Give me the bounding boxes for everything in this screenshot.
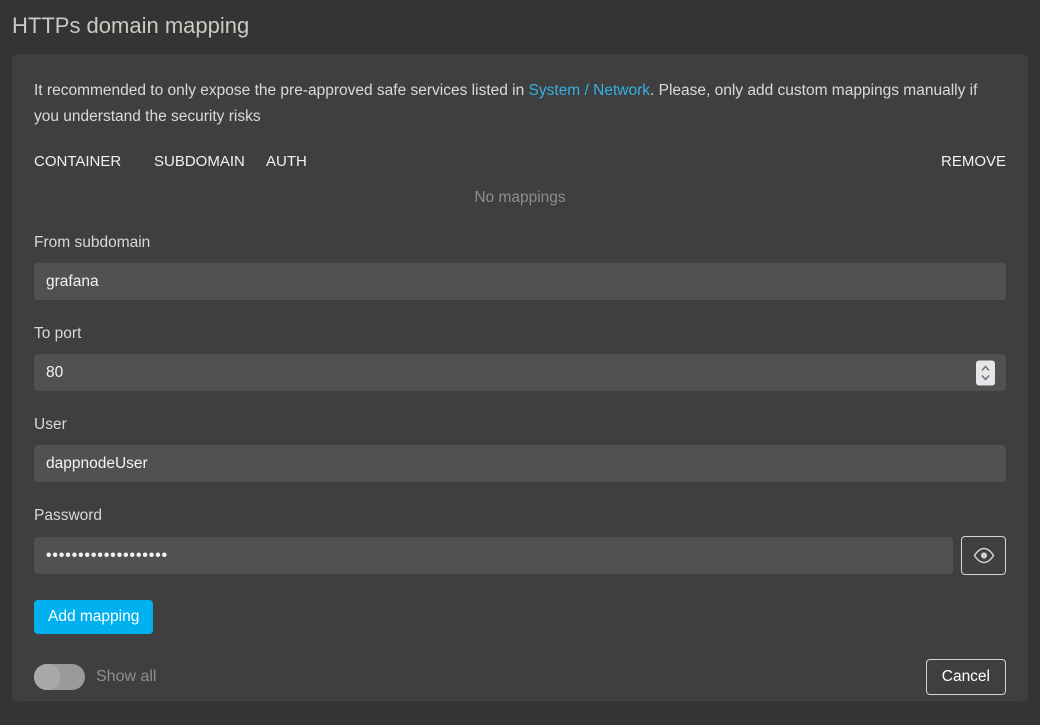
to-port-label: To port <box>34 325 1006 343</box>
column-header-auth: AUTH <box>266 153 941 170</box>
port-form-group: To port <box>34 325 1006 391</box>
from-subdomain-label: From subdomain <box>34 234 1006 252</box>
to-port-input[interactable] <box>34 354 1006 391</box>
notice-text-before: It recommended to only expose the pre-ap… <box>34 82 529 99</box>
no-mappings-message: No mappings <box>34 189 1006 207</box>
add-mapping-button[interactable]: Add mapping <box>34 600 153 634</box>
user-form-group: User <box>34 416 1006 482</box>
from-subdomain-input[interactable] <box>34 263 1006 300</box>
page-title: HTTPs domain mapping <box>12 13 1028 39</box>
cancel-button[interactable]: Cancel <box>926 659 1006 695</box>
show-all-label: Show all <box>96 668 156 686</box>
column-header-container: CONTAINER <box>34 153 154 170</box>
domain-mapping-card: It recommended to only expose the pre-ap… <box>12 54 1028 701</box>
https-domain-mapping-page: HTTPs domain mapping It recommended to o… <box>0 0 1040 701</box>
security-notice: It recommended to only expose the pre-ap… <box>34 78 1006 130</box>
password-label: Password <box>34 507 1006 525</box>
password-input[interactable] <box>34 537 953 574</box>
show-all-toggle[interactable] <box>34 664 85 690</box>
password-visibility-button[interactable] <box>961 536 1006 575</box>
number-stepper-icon[interactable] <box>976 360 995 385</box>
system-network-link[interactable]: System / Network <box>529 82 650 99</box>
eye-icon <box>972 547 996 564</box>
chevron-down-icon <box>981 374 990 380</box>
user-label: User <box>34 416 1006 434</box>
column-header-remove: REMOVE <box>941 153 1006 170</box>
card-footer: Show all Cancel <box>34 659 1006 695</box>
column-header-subdomain: SUBDOMAIN <box>154 153 266 170</box>
toggle-knob <box>34 664 60 690</box>
password-form-group: Password <box>34 507 1006 575</box>
chevron-up-icon <box>981 365 990 371</box>
subdomain-form-group: From subdomain <box>34 234 1006 300</box>
show-all-toggle-group: Show all <box>34 664 156 690</box>
mappings-table-header: CONTAINER SUBDOMAIN AUTH REMOVE <box>34 153 1006 170</box>
user-input[interactable] <box>34 445 1006 482</box>
